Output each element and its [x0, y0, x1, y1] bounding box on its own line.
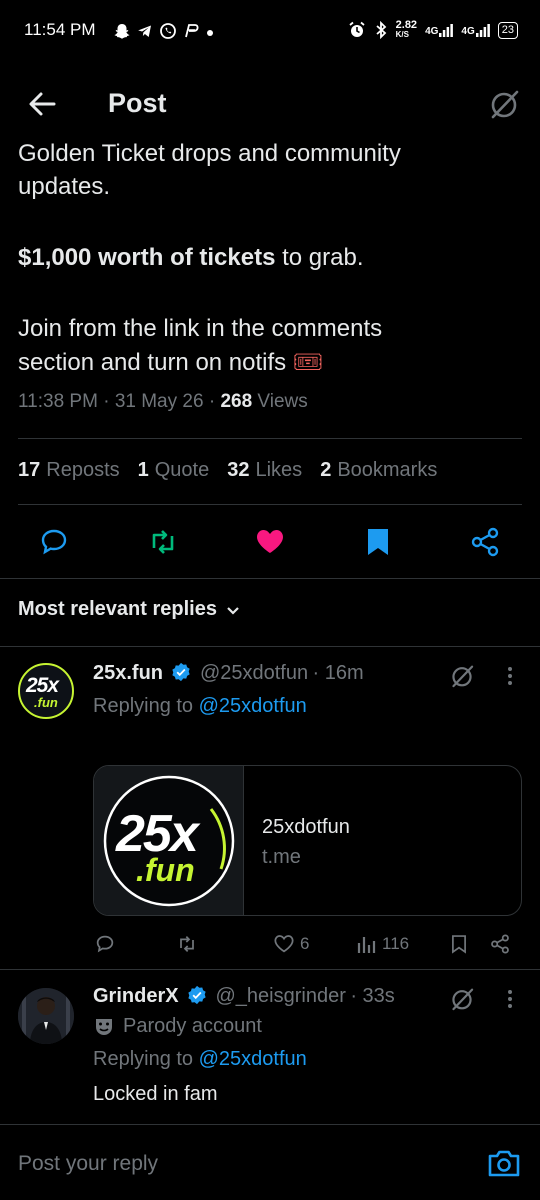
post-text-rest: section and turn on notifs [18, 349, 287, 376]
share-icon [491, 934, 509, 954]
stat-quotes[interactable]: 1 Quote [138, 459, 210, 482]
snapchat-icon [114, 24, 130, 39]
sort-label: Most relevant replies [18, 598, 217, 620]
reply-share-button[interactable] [488, 930, 512, 958]
reply-author-handle: @_heisgrinder [215, 985, 346, 1007]
link-card-domain: t.me [262, 846, 301, 868]
like-icon-filled[interactable] [252, 524, 288, 560]
reply-repost-button[interactable] [175, 930, 199, 958]
link-card-thumbnail: 25x .fun [94, 766, 244, 915]
parody-label: Parody account [93, 1015, 262, 1038]
avatar[interactable]: 25x .fun [18, 663, 74, 719]
reply-time: 33s [362, 985, 395, 1007]
replying-to-link[interactable]: @25xdotfun [199, 1048, 307, 1070]
reply-author-name[interactable]: GrinderX [93, 985, 179, 1007]
verified-badge-icon [188, 985, 206, 1005]
reply-icon[interactable] [36, 524, 72, 560]
reply-like-count: 6 [300, 934, 310, 953]
reply-icon [96, 935, 114, 953]
post-text-rest: to grab. [275, 244, 364, 271]
replies-sort-dropdown[interactable]: Most relevant replies [18, 598, 241, 621]
link-card-title: 25xdotfun [262, 816, 350, 838]
camera-icon[interactable] [486, 1145, 522, 1181]
battery-indicator: 23 [497, 21, 518, 39]
chevron-down-icon [227, 606, 239, 615]
reply-like-button[interactable]: 6 [272, 930, 309, 958]
more-options-icon[interactable] [500, 664, 520, 688]
grok-icon[interactable] [448, 662, 476, 690]
ticket-emoji-icon: 🎟 [292, 349, 324, 376]
bluetooth-icon [376, 21, 386, 39]
replying-to-link[interactable]: @25xdotfun [199, 695, 307, 717]
reply-text: Locked in fam [93, 1083, 218, 1105]
stat-bookmarks[interactable]: 2 Bookmarks [320, 459, 437, 482]
network-speed: 2.82 K/S [395, 19, 418, 40]
status-bar: 11:54 PM 2.82 K/S 4G 4G 23 [0, 0, 540, 66]
post-text-line: updates. [18, 173, 111, 200]
post-bold-text: $1,000 worth of tickets [18, 244, 276, 271]
divider [0, 578, 540, 579]
signal-bars-icon [439, 24, 454, 37]
status-indicators: 2.82 K/S 4G 4G 23 [348, 20, 518, 40]
signal-bars-icon [475, 24, 490, 37]
reply-bookmark-button[interactable] [448, 930, 470, 958]
replying-to: Replying to @25xdotfun [93, 1048, 307, 1070]
reply-header: GrinderX @_heisgrinder · 33s [93, 985, 395, 1007]
divider [18, 504, 522, 505]
bookmark-icon-filled[interactable] [360, 524, 396, 560]
signal-1: 4G [425, 23, 454, 37]
replying-to: Replying to @25xdotfun [93, 695, 307, 717]
signal-2: 4G [461, 23, 490, 37]
repost-icon [180, 936, 194, 952]
repost-icon[interactable] [145, 524, 181, 560]
reply-composer[interactable]: Post your reply [0, 1124, 540, 1200]
stat-reposts[interactable]: 17 Reposts [18, 459, 120, 482]
post-text-line: Golden Ticket drops and community [18, 140, 401, 167]
post-views-count: 268 [220, 391, 253, 412]
post-time: 11:38 PM [18, 391, 98, 412]
status-time: 11:54 PM [24, 20, 96, 39]
page-title: Post [108, 88, 167, 118]
divider [0, 646, 540, 647]
avatar[interactable] [18, 988, 74, 1044]
post-meta: 11:38 PM · 31 May 26 · 268 Views [18, 391, 308, 412]
grok-icon[interactable] [448, 985, 476, 1013]
more-options-icon[interactable] [500, 987, 520, 1011]
theater-mask-icon [96, 1018, 112, 1035]
reply-reply-button[interactable] [93, 930, 117, 958]
reply-author-name[interactable]: 25x.fun [93, 662, 163, 684]
back-arrow-icon[interactable] [26, 88, 58, 120]
reply-views-button[interactable]: 116 [356, 930, 409, 958]
avatar-figure-icon [18, 988, 74, 1044]
divider [0, 969, 540, 970]
top-app-bar: Post [0, 66, 540, 142]
grok-icon[interactable] [486, 86, 522, 122]
alarm-icon [349, 21, 365, 37]
post-text-line: Join from the link in the comments [18, 315, 383, 342]
divider [18, 438, 522, 439]
like-icon [274, 935, 294, 953]
share-icon[interactable] [467, 524, 503, 560]
reply-author-handle: @25xdotfun [199, 662, 309, 684]
post-date: 31 May 26 [114, 391, 204, 412]
post-views-label: Views [257, 391, 308, 412]
reply-views-count: 116 [382, 934, 410, 953]
bookmark-icon [452, 935, 466, 954]
notification-dot-icon [207, 30, 213, 36]
telegram-icon [138, 25, 151, 37]
whatsapp-icon [160, 23, 176, 39]
views-chart-icon [357, 937, 376, 953]
post-stats: 17 Reposts 1 Quote 32 Likes 2 Bookmarks [18, 459, 437, 482]
reply-input[interactable]: Post your reply [18, 1152, 158, 1176]
post-text-line: $1,000 worth of tickets to grab. [18, 241, 518, 274]
stat-likes[interactable]: 32 Likes [227, 459, 302, 482]
reply-header: 25x.fun @25xdotfun · 16m [93, 662, 364, 684]
card-logo-subtext: .fun [136, 852, 195, 888]
post-text-line: section and turn on notifs 🎟 [18, 346, 518, 379]
link-preview-card[interactable]: 25x .fun 25xdotfun t.me [93, 765, 522, 916]
verified-badge-icon [172, 662, 191, 682]
paytm-icon [185, 24, 199, 38]
reply-time: 16m [324, 662, 364, 684]
